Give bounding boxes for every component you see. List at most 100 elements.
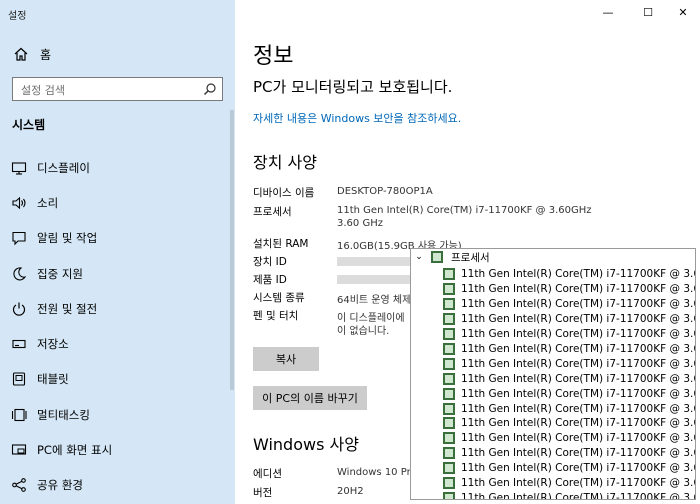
processor-item-label: 11th Gen Intel(R) Core(TM) i7-11700KF @ … <box>461 357 695 370</box>
sidebar-item-label: 멀티태스킹 <box>37 407 90 422</box>
search-input[interactable]: 설정 검색 <box>12 77 223 101</box>
processor-item[interactable]: 11th Gen Intel(R) Core(TM) i7-11700KF @ … <box>443 386 695 401</box>
minimize-button[interactable]: — <box>593 2 623 22</box>
processor-item[interactable]: 11th Gen Intel(R) Core(TM) i7-11700KF @ … <box>443 461 695 476</box>
edition-value: Windows 10 Pro <box>337 467 417 478</box>
processor-item[interactable]: 11th Gen Intel(R) Core(TM) i7-11700KF @ … <box>443 416 695 431</box>
processor-icon <box>443 491 455 499</box>
maximize-button[interactable]: ☐ <box>633 2 663 22</box>
processor-item-label: 11th Gen Intel(R) Core(TM) i7-11700KF @ … <box>461 283 695 296</box>
processor-icon <box>443 268 455 281</box>
processor-item[interactable]: 11th Gen Intel(R) Core(TM) i7-11700KF @ … <box>443 491 695 500</box>
protection-status: PC가 모니터링되고 보호됩니다. <box>253 78 453 96</box>
close-button[interactable]: ✕ <box>668 2 698 22</box>
processor-tree-label: 프로세서 <box>451 251 490 264</box>
processor-item[interactable]: 11th Gen Intel(R) Core(TM) i7-11700KF @ … <box>443 342 695 357</box>
chevron-down-icon[interactable]: ⌄ <box>413 252 425 262</box>
storage-icon <box>11 336 27 352</box>
sidebar-item-label: 디스플레이 <box>37 160 90 175</box>
windows-specs-heading: Windows 사양 <box>253 435 359 454</box>
sidebar-item-multitasking[interactable]: 멀티태스킹 <box>0 397 235 432</box>
processor-icon <box>443 328 455 341</box>
processor-item[interactable]: 11th Gen Intel(R) Core(TM) i7-11700KF @ … <box>443 267 695 282</box>
home-nav-item[interactable]: 홈 <box>12 44 51 64</box>
processor-icon <box>443 387 455 400</box>
sidebar-nav: 디스플레이 소리 알림 및 작업 집중 지원 전원 및 절전 저장소 태블릿 멀… <box>0 150 235 503</box>
device-id-label: 장치 ID <box>253 256 287 268</box>
processor-item-label: 11th Gen Intel(R) Core(TM) i7-11700KF @ … <box>461 342 695 355</box>
sidebar-item-tablet[interactable]: 태블릿 <box>0 362 235 397</box>
home-label: 홈 <box>40 47 52 62</box>
system-type-value: 64비트 운영 체제 <box>337 295 412 306</box>
processor-item[interactable]: 11th Gen Intel(R) Core(TM) i7-11700KF @ … <box>443 431 695 446</box>
sidebar-item-label: 저장소 <box>37 337 69 352</box>
processor-item[interactable]: 11th Gen Intel(R) Core(TM) i7-11700KF @ … <box>443 476 695 491</box>
device-name-value: DESKTOP-780OP1A <box>337 186 433 197</box>
processor-item-label: 11th Gen Intel(R) Core(TM) i7-11700KF @ … <box>461 387 695 400</box>
security-link[interactable]: 자세한 내용은 Windows 보안을 참조하세요. <box>253 110 461 126</box>
processor-item[interactable]: 11th Gen Intel(R) Core(TM) i7-11700KF @ … <box>443 297 695 312</box>
processor-icon <box>443 432 455 445</box>
copy-button[interactable]: 복사 <box>253 347 319 371</box>
processor-icon <box>443 477 455 490</box>
processor-item[interactable]: 11th Gen Intel(R) Core(TM) i7-11700KF @ … <box>443 371 695 386</box>
product-id-label: 제품 ID <box>253 274 287 286</box>
processor-item-label: 11th Gen Intel(R) Core(TM) i7-11700KF @ … <box>461 328 695 341</box>
sidebar-item-project[interactable]: PC에 화면 표시 <box>0 432 235 467</box>
processor-speed: 3.60 GHz <box>337 218 383 229</box>
processor-item-label: 11th Gen Intel(R) Core(TM) i7-11700KF @ … <box>461 372 695 385</box>
processor-item-label: 11th Gen Intel(R) Core(TM) i7-11700KF @ … <box>461 491 695 500</box>
processor-item-label: 11th Gen Intel(R) Core(TM) i7-11700KF @ … <box>461 268 695 281</box>
processor-item-label: 11th Gen Intel(R) Core(TM) i7-11700KF @ … <box>461 298 695 311</box>
speaker-icon <box>11 195 27 211</box>
sidebar-item-share[interactable]: 공유 환경 <box>0 468 235 503</box>
processor-item[interactable]: 11th Gen Intel(R) Core(TM) i7-11700KF @ … <box>443 356 695 371</box>
sidebar-item-focus-assist[interactable]: 집중 지원 <box>0 256 235 291</box>
pen-touch-value-cont: 이 없습니다. <box>337 326 390 337</box>
tablet-icon <box>11 371 27 387</box>
processor-item-label: 11th Gen Intel(R) Core(TM) i7-11700KF @ … <box>461 432 695 445</box>
processor-item[interactable]: 11th Gen Intel(R) Core(TM) i7-11700KF @ … <box>443 282 695 297</box>
moon-icon <box>11 266 27 282</box>
sidebar-item-label: PC에 화면 표시 <box>37 443 113 458</box>
sidebar-item-label: 전원 및 절전 <box>37 301 98 316</box>
processor-icon <box>431 251 443 263</box>
sidebar-item-label: 공유 환경 <box>37 478 83 493</box>
page-title: 정보 <box>253 44 294 69</box>
sidebar-scrollbar[interactable] <box>230 110 234 390</box>
version-label: 버전 <box>253 487 273 499</box>
app-title: 설정 <box>8 11 27 22</box>
processor-item[interactable]: 11th Gen Intel(R) Core(TM) i7-11700KF @ … <box>443 327 695 342</box>
processor-value: 11th Gen Intel(R) Core(TM) i7-11700KF @ … <box>337 205 592 216</box>
display-icon <box>11 160 27 176</box>
product-id-redacted <box>337 275 412 284</box>
version-value: 20H2 <box>337 486 364 497</box>
rename-pc-button[interactable]: 이 PC의 이름 바꾸기 <box>253 386 367 410</box>
processor-item[interactable]: 11th Gen Intel(R) Core(TM) i7-11700KF @ … <box>443 312 695 327</box>
multitasking-icon <box>11 407 27 423</box>
processor-icon <box>443 372 455 385</box>
device-name-label: 디바이스 이름 <box>253 187 315 199</box>
processor-item[interactable]: 11th Gen Intel(R) Core(TM) i7-11700KF @ … <box>443 401 695 416</box>
search-placeholder: 설정 검색 <box>21 84 65 97</box>
sidebar-item-notifications[interactable]: 알림 및 작업 <box>0 221 235 256</box>
sidebar-item-label: 소리 <box>37 195 59 210</box>
processor-item-label: 11th Gen Intel(R) Core(TM) i7-11700KF @ … <box>461 462 695 475</box>
sidebar-item-sound[interactable]: 소리 <box>0 185 235 220</box>
sidebar-item-storage[interactable]: 저장소 <box>0 326 235 361</box>
sidebar-item-power[interactable]: 전원 및 절전 <box>0 291 235 326</box>
processor-icon <box>443 462 455 475</box>
sidebar-item-label: 알림 및 작업 <box>37 231 98 246</box>
processor-icon <box>443 298 455 311</box>
processor-item-label: 11th Gen Intel(R) Core(TM) i7-11700KF @ … <box>461 313 695 326</box>
sidebar-item-label: 집중 지원 <box>37 266 83 281</box>
processor-icon <box>443 357 455 370</box>
processor-tree-root[interactable]: ⌄ 프로세서 <box>411 249 490 265</box>
sidebar-item-display[interactable]: 디스플레이 <box>0 150 235 185</box>
processor-item-label: 11th Gen Intel(R) Core(TM) i7-11700KF @ … <box>461 477 695 490</box>
search-icon[interactable] <box>202 81 218 97</box>
sidebar: 설정 홈 설정 검색 시스템 디스플레이 소리 알림 및 작업 집중 지원 전원… <box>0 0 235 504</box>
power-icon <box>11 301 27 317</box>
share-icon <box>11 477 27 493</box>
processor-item[interactable]: 11th Gen Intel(R) Core(TM) i7-11700KF @ … <box>443 446 695 461</box>
